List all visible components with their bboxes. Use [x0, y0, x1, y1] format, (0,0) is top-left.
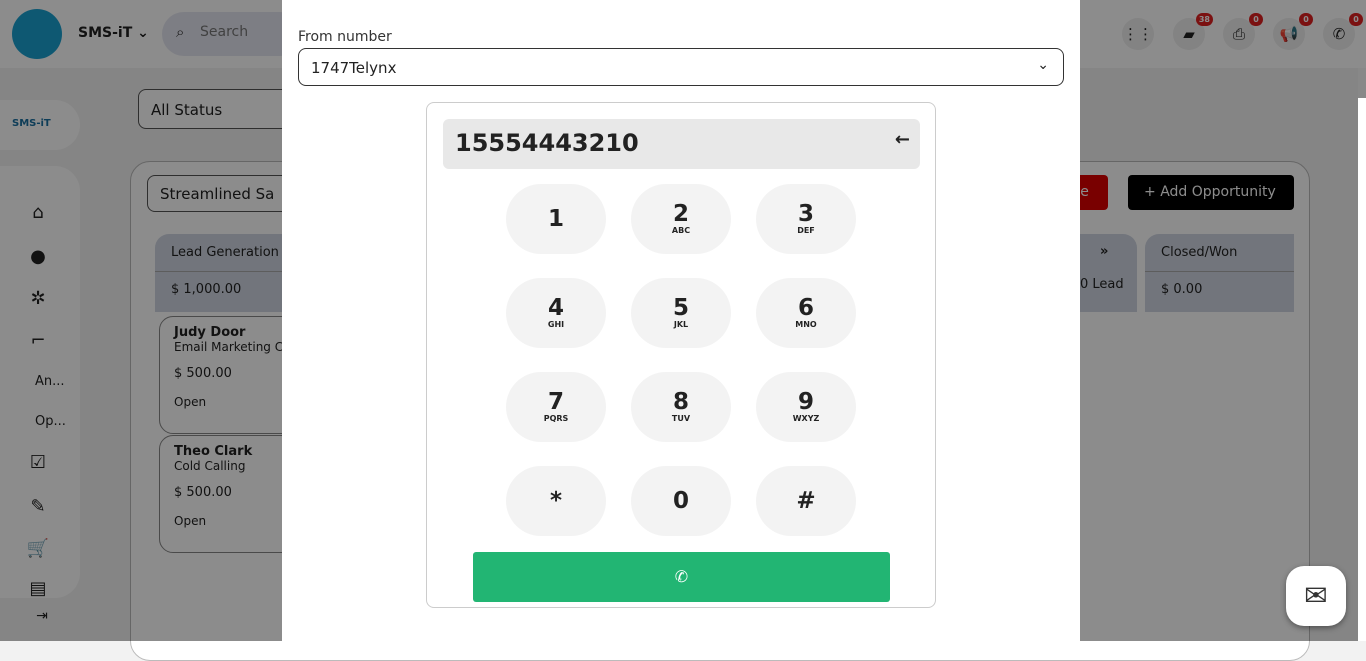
key-9[interactable]: 9 WXYZ	[756, 372, 856, 442]
key-7[interactable]: 7 PQRS	[506, 372, 606, 442]
phone-icon: ✆	[674, 567, 689, 586]
key-digit: 4	[547, 295, 564, 321]
messages-launcher[interactable]: ✉	[1286, 566, 1346, 626]
key-digit: 2	[672, 201, 689, 227]
from-number-value: 1747Telynx	[311, 59, 397, 77]
dialed-number-display[interactable]: 15554443210 ←	[443, 119, 920, 169]
key-digit: #	[796, 488, 816, 514]
key-8[interactable]: 8 TUV	[631, 372, 731, 442]
key-digit: 7	[547, 389, 564, 415]
key-6[interactable]: 6 MNO	[756, 278, 856, 348]
key-letters: DEF	[797, 226, 815, 235]
key-digit: 5	[672, 295, 689, 321]
key-digit: 6	[797, 295, 814, 321]
key-1[interactable]: 1	[506, 184, 606, 254]
key-letters: MNO	[795, 320, 817, 329]
key-3[interactable]: 3 DEF	[756, 184, 856, 254]
from-number-select[interactable]: 1747Telynx ⌄	[298, 48, 1064, 86]
key-letters: TUV	[671, 414, 691, 423]
dialed-number: 15554443210	[455, 129, 639, 157]
key-letters: WXYZ	[792, 414, 820, 423]
call-button[interactable]: ✆	[473, 552, 890, 602]
key-digit: 3	[797, 201, 814, 227]
key-digit: 9	[797, 389, 814, 415]
chevron-down-icon: ⌄	[1037, 57, 1049, 73]
key-letters: GHI	[547, 320, 565, 329]
key-letters: ABC	[671, 226, 691, 235]
envelope-icon: ✉	[1304, 579, 1328, 612]
key-2[interactable]: 2 ABC	[631, 184, 731, 254]
from-number-label: From number	[298, 29, 392, 45]
key-4[interactable]: 4 GHI	[506, 278, 606, 348]
key-digit: 1	[547, 206, 564, 232]
key-#[interactable]: #	[756, 466, 856, 536]
key-digit: *	[549, 488, 563, 514]
backspace-icon[interactable]: ←	[895, 129, 910, 150]
key-letters: PQRS	[543, 414, 569, 423]
dialpad: 15554443210 ← 1 2 ABC 3 DEF 4 GHI 5 JKL 6 MNO 7 PQRS 8…	[426, 102, 936, 608]
key-0[interactable]: 0	[631, 466, 731, 536]
key-*[interactable]: *	[506, 466, 606, 536]
key-digit: 8	[672, 389, 689, 415]
key-5[interactable]: 5 JKL	[631, 278, 731, 348]
page-scrollbar[interactable]	[1358, 68, 1366, 641]
key-digit: 0	[672, 488, 689, 514]
dialer-modal: From number 1747Telynx ⌄ 15554443210 ← 1 2A…	[282, 0, 1080, 641]
key-letters: JKL	[673, 320, 689, 329]
